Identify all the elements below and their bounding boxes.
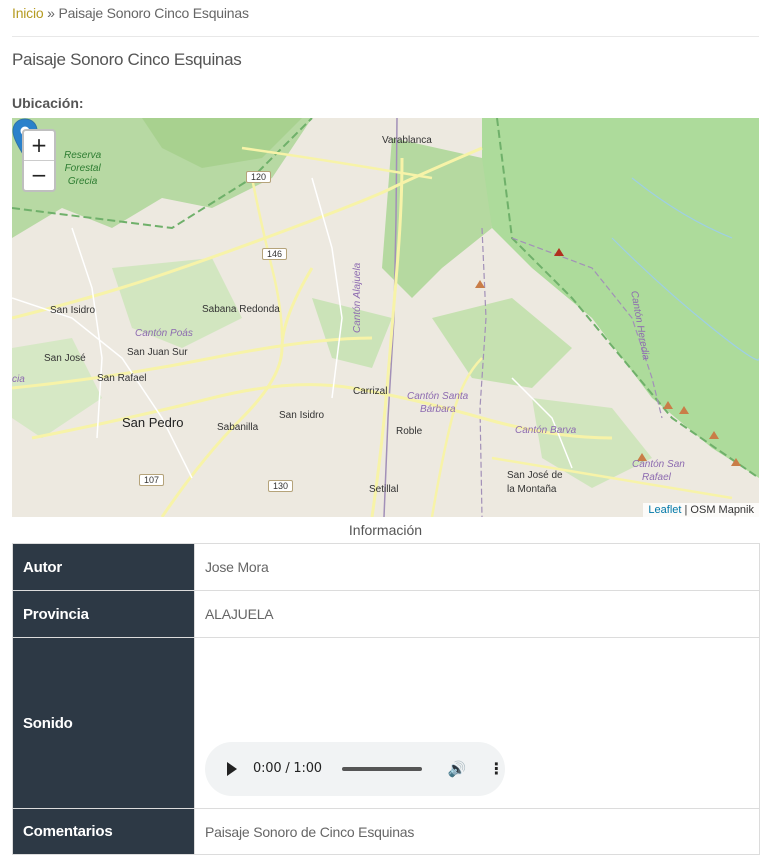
map-attribution: Leaflet | OSM Mapnik [643,503,759,517]
map[interactable]: Reserva Forestal Grecia 120 146 107 130 … [12,118,759,517]
comentarios-value: Paisaje Sonoro de Cinco Esquinas [194,808,760,855]
info-caption: Información [348,522,423,538]
sonido-label: Sonido [12,637,195,809]
breadcrumb: Inicio » Paisaje Sonoro Cinco Esquinas [12,5,249,21]
audio-time: 0:00 / 1:00 [253,761,322,776]
divider [12,36,759,37]
place-roble: Roble [396,426,423,437]
sonido-cell: 0:00 / 1:00 🔊 ⋮ [194,637,760,809]
audio-progress-slider[interactable] [341,766,422,771]
region-barva: Cantón Barva [515,425,577,436]
provincia-value: ALAJUELA [194,590,760,638]
region-santa-barbara-2: Bárbara [420,404,456,415]
table-row: Autor Jose Mora [12,543,760,591]
more-options-icon[interactable]: ⋮ [488,759,504,778]
place-san-jose-montana-1: San José de [507,470,563,481]
region-san-rafael-2: Rafael [642,472,671,483]
autor-label: Autor [12,543,195,591]
page-title: Paisaje Sonoro Cinco Esquinas [12,50,242,69]
place-san-pedro: San Pedro [122,415,184,430]
info-table: Autor Jose Mora Provincia ALAJUELA Sonid… [12,543,760,855]
route-shield-120: 120 [246,171,272,183]
route-shield-146: 146 [262,248,288,260]
place-sabanilla: Sabanilla [217,422,259,433]
osm-attribution: OSM Mapnik [690,504,754,516]
zoom-out-button[interactable]: − [24,161,54,190]
region-san-rafael-1: Cantón San [632,459,685,470]
zoom-in-button[interactable]: + [24,131,54,161]
table-row: Provincia ALAJUELA [12,590,760,638]
audio-player[interactable]: 0:00 / 1:00 🔊 ⋮ [205,741,505,796]
reserve-label: Reserva Forestal Grecia [64,150,102,187]
table-row: Sonido 0:00 / 1:00 🔊 ⋮ [12,637,760,809]
autor-value: Jose Mora [194,543,760,591]
map-tiles [12,118,759,517]
region-poas: Cantón Poás [135,328,193,339]
route-shield-107: 107 [139,474,165,486]
volume-icon[interactable]: 🔊 [448,760,467,778]
place-san-rafael: San Rafael [97,373,147,384]
breadcrumb-separator: » [43,5,59,21]
region-santa-barbara-1: Cantón Santa [407,391,469,402]
region-alajuela: Cantón Alajuela [352,262,363,333]
place-san-isidro-west: San Isidro [50,305,96,316]
breadcrumb-current: Paisaje Sonoro Cinco Esquinas [58,5,249,21]
breadcrumb-home-link[interactable]: Inicio [12,5,44,21]
place-san-isidro-south: San Isidro [279,410,325,421]
place-carrizal: Carrizal [353,386,388,397]
zoom-control: + − [22,129,56,192]
provincia-label: Provincia [12,590,195,638]
place-san-juan-sur: San Juan Sur [127,347,188,358]
route-shield-130: 130 [268,480,294,492]
place-sabana-redonda: Sabana Redonda [202,304,280,315]
place-san-jose: San José [44,353,86,364]
place-varablanca: Varablanca [382,135,432,146]
place-setillal: Setillal [369,484,399,495]
comentarios-label: Comentarios [12,808,195,855]
leaflet-link[interactable]: Leaflet [648,504,681,516]
play-icon[interactable] [227,761,237,776]
place-cia: cia [12,374,25,385]
place-san-jose-montana-2: la Montaña [507,484,557,495]
table-row: Comentarios Paisaje Sonoro de Cinco Esqu… [12,808,760,855]
location-label: Ubicación: [12,95,84,111]
